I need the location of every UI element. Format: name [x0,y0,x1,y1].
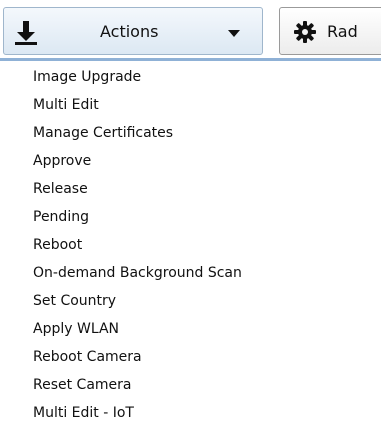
menu-item-pending[interactable]: Pending [0,203,381,231]
menu-item-reboot-camera[interactable]: Reboot Camera [0,343,381,371]
menu-item-apply-wlan[interactable]: Apply WLAN [0,315,381,343]
actions-label: Actions [100,22,159,41]
menu-item-reset-camera[interactable]: Reset Camera [0,371,381,399]
actions-dropdown-button[interactable]: Actions [3,7,263,55]
chevron-down-icon [228,30,240,37]
actions-menu-list: Image Upgrade Multi Edit Manage Certific… [0,61,381,427]
menu-item-image-upgrade[interactable]: Image Upgrade [0,63,381,91]
menu-item-manage-certificates[interactable]: Manage Certificates [0,119,381,147]
toolbar: Actions Rad [0,0,381,62]
menu-item-release[interactable]: Release [0,175,381,203]
menu-item-multi-edit-iot[interactable]: Multi Edit - IoT [0,399,381,427]
menu-item-approve[interactable]: Approve [0,147,381,175]
gear-icon [294,21,316,43]
menu-item-on-demand-background-scan[interactable]: On-demand Background Scan [0,259,381,287]
radios-button[interactable]: Rad [279,7,381,55]
menu-item-set-country[interactable]: Set Country [0,287,381,315]
menu-item-reboot[interactable]: Reboot [0,231,381,259]
actions-menu: Image Upgrade Multi Edit Manage Certific… [0,61,381,429]
download-icon [15,21,37,45]
menu-item-multi-edit[interactable]: Multi Edit [0,91,381,119]
radios-label: Rad [327,22,358,41]
